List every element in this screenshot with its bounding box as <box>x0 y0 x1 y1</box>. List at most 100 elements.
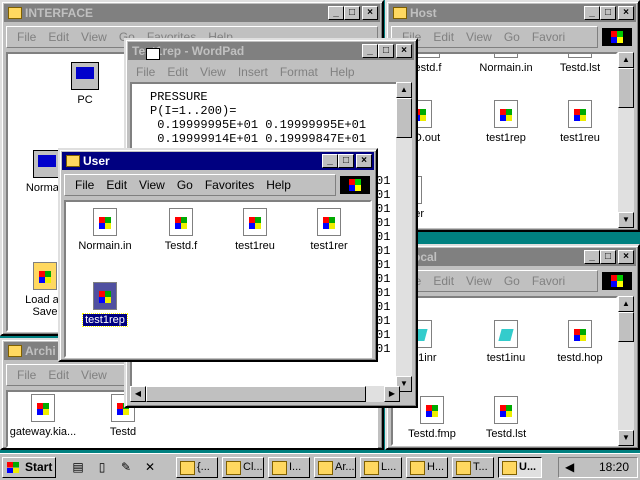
file-testd-lst[interactable]: Testd.lst <box>471 396 541 440</box>
start-button[interactable]: Start <box>2 457 56 478</box>
file-icon <box>169 208 193 236</box>
taskbar-item[interactable]: Cl... <box>222 457 264 478</box>
desktop-icon[interactable]: ▤ <box>70 460 86 475</box>
file-test1reu[interactable]: test1reu <box>220 208 290 252</box>
file-normain[interactable]: Normain.in <box>471 54 541 74</box>
taskbar-item-active[interactable]: U... <box>498 457 542 478</box>
file-icon <box>31 394 55 422</box>
close-button[interactable]: × <box>396 44 412 58</box>
menu-favorites[interactable]: Favorites <box>205 178 254 192</box>
local-window[interactable]: ocal _□× File Edit View Go Favori est1in… <box>385 244 640 450</box>
tools-icon[interactable]: ✕ <box>142 460 158 475</box>
clipboard-icon[interactable]: ▯ <box>94 460 110 475</box>
menubar: File Edit View Go Favorites Help <box>64 174 336 196</box>
scroll-right-button[interactable]: ▶ <box>384 386 400 402</box>
taskbar-item[interactable]: {... <box>176 457 218 478</box>
minimize-button[interactable]: _ <box>362 44 378 58</box>
taskbar-item[interactable]: H... <box>406 457 448 478</box>
scroll-left-button[interactable]: ◀ <box>130 386 146 402</box>
menu-favorites[interactable]: Favori <box>532 274 565 288</box>
menu-format[interactable]: Format <box>280 65 318 79</box>
menu-edit[interactable]: Edit <box>167 65 188 79</box>
menu-file[interactable]: File <box>17 368 36 382</box>
menu-view[interactable]: View <box>466 30 492 44</box>
volume-icon[interactable]: ◀ <box>565 458 574 477</box>
document-line: 0.19999914E+01 0.19999847E+01 <box>150 132 367 146</box>
folder-icon <box>8 7 22 19</box>
local-pane: est1inr test1inu testd.hop Testd.fmp Tes… <box>391 296 618 446</box>
horizontal-scrollbar[interactable]: ◀ ▶ <box>130 386 400 402</box>
menu-edit[interactable]: Edit <box>106 178 127 192</box>
file-testd-hop[interactable]: testd.hop <box>545 320 615 364</box>
file-gateway[interactable]: gateway.kia... <box>8 394 78 438</box>
maximize-button[interactable]: □ <box>344 6 360 20</box>
file-test1rep[interactable]: test1rep <box>471 100 541 144</box>
file-normain[interactable]: Normain.in <box>70 208 140 252</box>
minimize-button[interactable]: _ <box>584 6 600 20</box>
menu-file[interactable]: File <box>75 178 94 192</box>
document-line-fragment: 01 <box>376 188 391 202</box>
interface-titlebar[interactable]: INTERFACE <box>4 4 380 22</box>
menu-go[interactable]: Go <box>504 274 520 288</box>
taskbar-item[interactable]: I... <box>268 457 310 478</box>
windows-logo-icon <box>602 272 632 290</box>
scroll-thumb[interactable] <box>618 312 634 342</box>
document-line-fragment: 01 <box>376 258 391 272</box>
document-line-fragment: 01 <box>376 230 391 244</box>
file-test1rer[interactable]: test1rer <box>294 208 364 252</box>
icon-pc[interactable]: PC <box>50 62 120 106</box>
settings-icon[interactable]: ✎ <box>118 460 134 475</box>
close-button[interactable]: × <box>618 6 634 20</box>
taskbar-item[interactable]: T... <box>452 457 494 478</box>
menu-view[interactable]: View <box>200 65 226 79</box>
menu-edit[interactable]: Edit <box>48 30 69 44</box>
vertical-scrollbar[interactable]: ▲ ▼ <box>618 52 634 228</box>
scroll-up-button[interactable]: ▲ <box>396 82 412 98</box>
taskbar-item[interactable]: L... <box>360 457 402 478</box>
close-button[interactable]: × <box>362 6 378 20</box>
menu-view[interactable]: View <box>81 368 107 382</box>
maximize-button[interactable]: □ <box>338 154 354 168</box>
taskbar-item[interactable]: Ar... <box>314 457 356 478</box>
menu-file[interactable]: File <box>136 65 155 79</box>
menu-edit[interactable]: Edit <box>433 274 454 288</box>
menu-edit[interactable]: Edit <box>433 30 454 44</box>
user-window[interactable]: User _ □ × File Edit View Go Favorites Hel… <box>58 148 378 362</box>
scroll-down-button[interactable]: ▼ <box>618 430 634 446</box>
minimize-button[interactable]: _ <box>584 250 600 264</box>
scroll-thumb[interactable] <box>618 68 634 108</box>
menu-file[interactable]: File <box>17 30 36 44</box>
file-testd-f[interactable]: Testd.f <box>146 208 216 252</box>
file-test1rep-selected[interactable]: test1rep <box>70 282 140 327</box>
maximize-button[interactable]: □ <box>600 250 616 264</box>
scroll-up-button[interactable]: ▲ <box>618 52 634 68</box>
scroll-up-button[interactable]: ▲ <box>618 296 634 312</box>
menu-go[interactable]: Go <box>177 178 193 192</box>
maximize-button[interactable]: □ <box>378 44 394 58</box>
close-button[interactable]: × <box>618 250 634 264</box>
menu-view[interactable]: View <box>466 274 492 288</box>
minimize-button[interactable]: _ <box>328 6 344 20</box>
menu-help[interactable]: Help <box>266 178 291 192</box>
menu-view[interactable]: View <box>139 178 165 192</box>
scroll-down-button[interactable]: ▼ <box>618 212 634 228</box>
menu-help[interactable]: Help <box>330 65 355 79</box>
scroll-thumb[interactable] <box>396 98 412 138</box>
menu-edit[interactable]: Edit <box>48 368 69 382</box>
maximize-button[interactable]: □ <box>600 6 616 20</box>
close-button[interactable]: × <box>356 154 372 168</box>
scroll-thumb[interactable] <box>146 386 366 402</box>
menu-view[interactable]: View <box>81 30 107 44</box>
minimize-button[interactable]: _ <box>322 154 338 168</box>
menu-favorites[interactable]: Favori <box>532 30 565 44</box>
file-test1inu[interactable]: test1inu <box>471 320 541 364</box>
document-line-fragment: 01 <box>376 216 391 230</box>
file-icon <box>420 396 444 424</box>
vertical-scrollbar[interactable]: ▲ ▼ <box>618 296 634 446</box>
file-test1reu[interactable]: test1reu <box>545 100 615 144</box>
file-testd-lst[interactable]: Testd.lst <box>545 54 615 74</box>
vertical-scrollbar[interactable]: ▲ ▼ <box>396 82 412 392</box>
host-window[interactable]: Host _ □ × File Edit View Go Favori estd.f… <box>385 0 640 232</box>
menu-insert[interactable]: Insert <box>238 65 268 79</box>
menu-go[interactable]: Go <box>504 30 520 44</box>
